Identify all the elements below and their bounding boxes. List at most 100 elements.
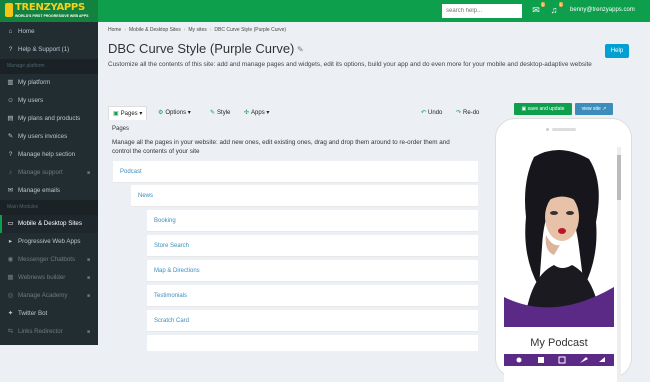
sidebar-item-twitter-bot[interactable]: ✦ Twitter Bot bbox=[0, 305, 98, 323]
page-node-podcast[interactable]: Podcast bbox=[113, 161, 478, 183]
inbox-icon[interactable]: ✉ 1 bbox=[530, 2, 545, 17]
messenger-icon: ◉ bbox=[7, 256, 14, 263]
sidebar-item-academy[interactable]: ◎ Manage Academy ■ bbox=[0, 287, 98, 305]
edit-title-icon[interactable]: ✎ bbox=[297, 45, 304, 54]
sidebar-item-label: My users bbox=[18, 97, 44, 104]
sidebar-item-label: Manage support bbox=[18, 169, 63, 176]
breadcrumb-mobile-desktop[interactable]: Mobile & Desktop Sites bbox=[129, 27, 181, 33]
plans-icon: ▤ bbox=[7, 115, 14, 122]
lock-icon: ■ bbox=[86, 275, 90, 281]
news-icon: ▦ bbox=[7, 274, 14, 281]
podcast-hero-image bbox=[504, 147, 614, 327]
page-node-store-search[interactable]: Store Search bbox=[147, 235, 478, 257]
logo-tagline: WORLD'S FIRST PROGRESSIVE WEB APPS bbox=[15, 14, 89, 18]
preview-scrollbar[interactable] bbox=[617, 147, 621, 382]
sidebar-item-label: My users invoices bbox=[18, 133, 68, 140]
sidebar-item-chatbots[interactable]: ◉ Messenger Chatbots ■ bbox=[0, 251, 98, 269]
sidebar-item-label: Manage Academy bbox=[18, 292, 68, 299]
undo-label: Undo bbox=[428, 110, 443, 116]
academy-icon: ◎ bbox=[7, 292, 14, 299]
sidebar-item-home[interactable]: ⌂ Home bbox=[0, 23, 98, 41]
redo-label: Re-do bbox=[463, 110, 480, 116]
undo-icon: ↶ bbox=[421, 110, 427, 116]
sidebar-item-plans[interactable]: ▤ My plans and products bbox=[0, 110, 98, 128]
help-button[interactable]: Help bbox=[605, 44, 629, 58]
inbox-badge: 1 bbox=[540, 2, 545, 7]
pages-menu-button[interactable]: ▣ Pages ▾ bbox=[108, 106, 148, 120]
sidebar-item-emails[interactable]: ✉ Manage emails bbox=[0, 182, 98, 200]
phone-camera bbox=[546, 128, 549, 131]
sidebar-item-support[interactable]: ♪ Manage support ■ bbox=[0, 164, 98, 182]
lock-icon: ■ bbox=[86, 170, 90, 176]
sidebar-section-header: Manage platform bbox=[0, 59, 98, 74]
lock-icon: ■ bbox=[86, 293, 90, 299]
sidebar-item-mobile-desktop[interactable]: ▭ Mobile & Desktop Sites bbox=[0, 215, 98, 233]
invoice-icon: ✎ bbox=[7, 133, 14, 140]
sidebar-item-label: My plans and products bbox=[18, 115, 81, 122]
redo-icon: ↷ bbox=[456, 110, 462, 116]
save-label: save and update bbox=[527, 106, 565, 112]
top-navbar: TRENZYAPPS WORLD'S FIRST PROGRESSIVE WEB… bbox=[0, 0, 650, 22]
twitter-icon: ✦ bbox=[7, 310, 14, 317]
sidebar-item-help-support[interactable]: ? Help & Support (1) bbox=[0, 41, 98, 59]
monitor-icon: ▭ bbox=[7, 220, 14, 227]
podcast-tab-icons bbox=[516, 356, 605, 364]
sidebar-item-label: Mobile & Desktop Sites bbox=[18, 220, 82, 227]
apps-menu-button[interactable]: ✣ Apps ▾ bbox=[244, 106, 269, 120]
platform-icon: ▥ bbox=[7, 79, 14, 86]
logo-mark-icon bbox=[5, 3, 13, 17]
sidebar-item-label: Links Redirector bbox=[18, 328, 63, 335]
breadcrumb-my-sites[interactable]: My sites bbox=[188, 27, 206, 33]
sidebar-item-label: Progressive Web Apps bbox=[18, 238, 81, 245]
breadcrumb: Home › Mobile & Desktop Sites › My sites › DBC… bbox=[108, 27, 287, 33]
gear-icon: ⚙ bbox=[158, 110, 164, 116]
undo-button[interactable]: ↶ Undo bbox=[421, 106, 442, 120]
sidebar-item-links-redirector[interactable]: ⇆ Links Redirector ■ bbox=[0, 323, 98, 341]
sidebar-item-label: Manage emails bbox=[18, 187, 60, 194]
page-node-map-directions[interactable]: Map & Directions bbox=[147, 260, 478, 282]
lock-icon: ■ bbox=[86, 257, 90, 263]
brush-icon: ✎ bbox=[210, 110, 216, 116]
page-node-booking[interactable]: Booking bbox=[147, 210, 478, 232]
bell-icon[interactable]: ♫ 1 bbox=[548, 2, 563, 17]
save-update-button[interactable]: ▣ save and update bbox=[514, 103, 572, 115]
podcast-title: My Podcast bbox=[530, 337, 588, 349]
user-email[interactable]: benny@trenzyapps.com bbox=[570, 7, 635, 13]
page-description: Customize all the contents of this site:… bbox=[108, 61, 592, 68]
editor-toolbar: ▣ Pages ▾ ⚙ Options ▾ ✎ Style ✣ Apps ▾ ↶ Undo… bbox=[108, 106, 488, 120]
phone-screen[interactable]: My Podcast bbox=[504, 147, 621, 382]
podcast-tab-bar[interactable] bbox=[504, 354, 614, 366]
page-node-news[interactable]: News bbox=[131, 185, 478, 207]
sidebar-item-help-section[interactable]: ? Manage help section bbox=[0, 146, 98, 164]
logo[interactable]: TRENZYAPPS WORLD'S FIRST PROGRESSIVE WEB… bbox=[0, 0, 98, 22]
page-node-testimonials[interactable]: Testimonials bbox=[147, 285, 478, 307]
preview-scroll-thumb[interactable] bbox=[617, 155, 621, 200]
users-icon: ☺ bbox=[7, 97, 14, 104]
sidebar-item-label: My platform bbox=[18, 79, 51, 86]
sidebar-item-pwa[interactable]: ▸ Progressive Web Apps bbox=[0, 233, 98, 251]
logo-text: TRENZYAPPS bbox=[15, 2, 85, 13]
page-node-scratch-card[interactable]: Scratch Card bbox=[147, 310, 478, 332]
sidebar-item-webnews[interactable]: ▦ Webnews builder ■ bbox=[0, 269, 98, 287]
style-label: Style bbox=[217, 110, 231, 116]
email-icon: ✉ bbox=[7, 187, 14, 194]
pwa-icon: ▸ bbox=[8, 238, 13, 245]
main-content: Home › Mobile & Desktop Sites › My sites › DBC… bbox=[98, 22, 650, 382]
breadcrumb-home[interactable]: Home bbox=[108, 27, 121, 33]
style-button[interactable]: ✎ Style bbox=[210, 106, 230, 120]
page-node-more[interactable] bbox=[147, 335, 478, 351]
sidebar-item-label: Help & Support (1) bbox=[18, 46, 70, 53]
sidebar: ⌂ Home ? Help & Support (1) Manage platfor… bbox=[0, 22, 98, 345]
view-site-button[interactable]: view site ↗ bbox=[575, 103, 613, 115]
options-menu-label: Options bbox=[165, 110, 187, 116]
sidebar-item-my-platform[interactable]: ▥ My platform bbox=[0, 74, 98, 92]
pages-menu-label: Pages bbox=[120, 111, 138, 117]
sidebar-item-label: Twitter Bot bbox=[18, 310, 48, 317]
options-menu-button[interactable]: ⚙ Options ▾ bbox=[158, 106, 191, 120]
sidebar-item-invoices[interactable]: ✎ My users invoices bbox=[0, 128, 98, 146]
sidebar-item-my-users[interactable]: ☺ My users bbox=[0, 92, 98, 110]
redo-button[interactable]: ↷ Re-do bbox=[456, 106, 479, 120]
search-input[interactable] bbox=[442, 4, 522, 18]
home-icon: ⌂ bbox=[8, 28, 13, 35]
phone-speaker bbox=[552, 128, 576, 131]
